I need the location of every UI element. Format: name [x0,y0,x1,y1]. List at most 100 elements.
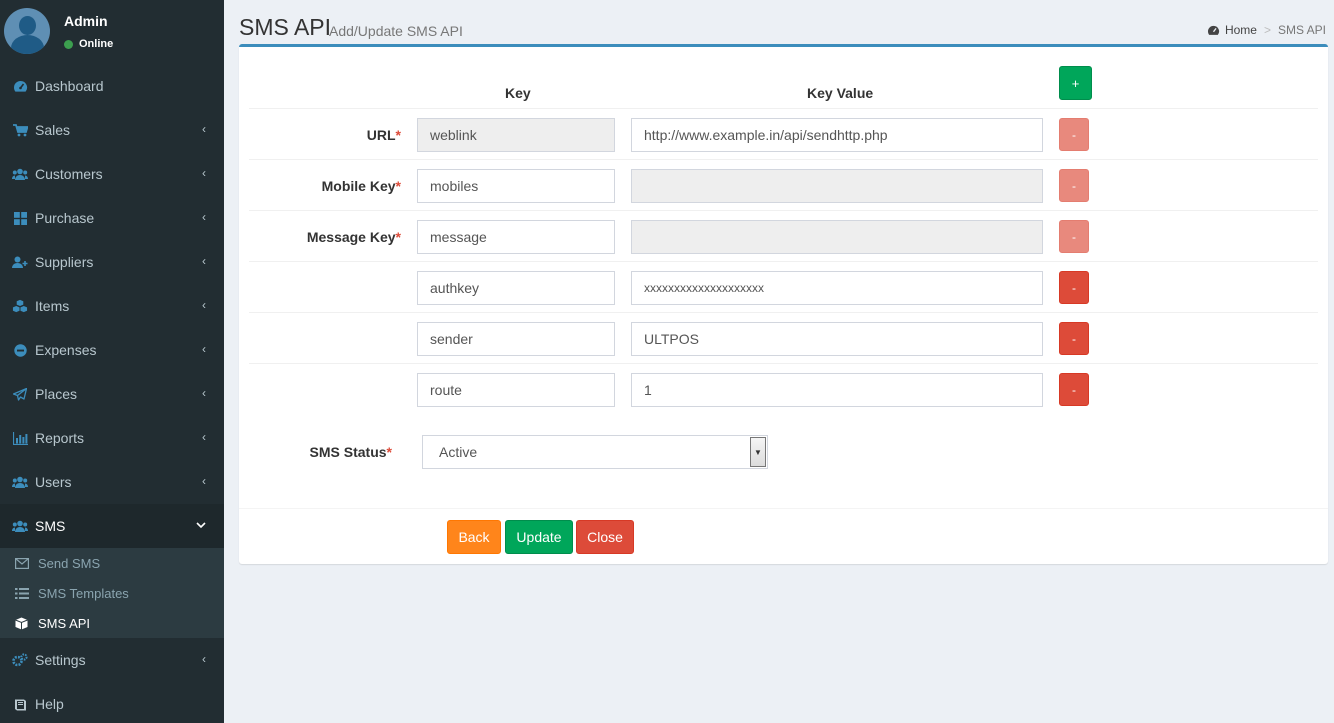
bar-chart-icon [12,431,28,445]
sidebar-item-sms[interactable]: SMS [0,504,224,548]
update-button[interactable]: Update [505,520,573,554]
sidebar-item-label: Suppliers [35,254,94,270]
remove-row-button[interactable]: - [1059,271,1089,304]
value-input-sender[interactable]: ULTPOS [631,322,1043,356]
users-icon [12,519,28,533]
user-status: Online [64,38,113,50]
row-divider [249,312,1318,313]
minus-circle-icon [12,343,28,357]
row-label-text: URL [366,127,396,143]
submenu-item-send-sms[interactable]: Send SMS [0,548,224,578]
sidebar-item-label: Reports [35,430,85,446]
sidebar-item-dashboard[interactable]: Dashboard [0,64,224,108]
sidebar-item-sales[interactable]: Sales ‹ [0,108,224,152]
value-input-url[interactable]: http://www.example.in/api/sendhttp.php [631,118,1043,152]
value-input-mobile[interactable] [631,169,1043,203]
remove-row-button[interactable]: - [1059,118,1089,151]
dropdown-arrow-icon[interactable]: ▼ [750,437,766,467]
key-input-authkey[interactable]: authkey [417,271,615,305]
sidebar-item-users[interactable]: Users ‹ [0,460,224,504]
required-mark: * [395,178,401,194]
submenu-item-sms-templates[interactable]: SMS Templates [0,578,224,608]
column-header-key-value: Key Value [807,85,874,101]
cubes-icon [12,299,28,313]
sidebar-item-suppliers[interactable]: Suppliers ‹ [0,240,224,284]
row-divider [249,210,1318,211]
value-input-authkey[interactable]: xxxxxxxxxxxxxxxxxxxx [631,271,1043,305]
breadcrumb-separator: > [1263,23,1271,37]
sidebar-item-label: Items [35,298,70,314]
sidebar: Admin Online Dashboard Sales ‹ Customers… [0,0,224,723]
row-label-text: Mobile Key [321,178,396,194]
row-divider [249,363,1318,364]
page-subtitle: Add/Update SMS API [329,23,463,39]
sidebar-item-help[interactable]: Help [0,682,224,723]
sidebar-item-customers[interactable]: Customers ‹ [0,152,224,196]
sidebar-item-label: Expenses [35,342,97,358]
avatar [4,8,50,54]
key-input-message[interactable]: message [417,220,615,254]
box-footer: Back Update Close [239,508,1328,564]
key-input-url[interactable]: weblink [417,118,615,152]
breadcrumb-current: SMS API [1277,23,1326,37]
chevron-left-icon: ‹ [202,386,206,400]
chevron-left-icon: ‹ [202,298,206,312]
key-input-route[interactable]: route [417,373,615,407]
chevron-left-icon: ‹ [202,122,206,136]
row-label-url: URL* [241,127,401,143]
back-button[interactable]: Back [447,520,501,554]
row-label-text: Message Key [306,229,396,245]
list-icon [15,587,29,599]
sms-status-selected-value: Active [439,444,478,460]
remove-row-button[interactable]: - [1059,322,1089,355]
dashboard-icon [1207,25,1220,36]
chevron-left-icon: ‹ [202,652,206,666]
sms-submenu: Send SMS SMS Templates SMS API [0,548,224,638]
submenu-item-label: SMS API [38,615,91,631]
breadcrumb: Home > SMS API [1207,23,1326,37]
sidebar-item-items[interactable]: Items ‹ [0,284,224,328]
user-plus-icon [12,255,28,269]
value-input-route[interactable]: 1 [631,373,1043,407]
chevron-left-icon: ‹ [202,430,206,444]
sidebar-item-label: Places [35,386,78,402]
user-status-label: Online [79,38,114,50]
paper-plane-icon [12,387,28,401]
remove-row-button[interactable]: - [1059,220,1089,253]
submenu-item-label: Send SMS [38,555,101,571]
required-mark: * [395,229,401,245]
book-icon [12,697,28,711]
chevron-left-icon: ‹ [202,166,206,180]
sidebar-item-label: Customers [35,166,103,182]
user-panel: Admin Online [0,0,224,64]
chevron-down-icon [196,518,206,532]
value-input-message[interactable] [631,220,1043,254]
required-mark: * [395,127,401,143]
users-icon [12,167,28,181]
remove-row-button[interactable]: - [1059,169,1089,202]
sidebar-item-reports[interactable]: Reports ‹ [0,416,224,460]
remove-row-button[interactable]: - [1059,373,1089,406]
add-row-button[interactable]: + [1059,66,1092,100]
grid-icon [12,211,28,225]
sidebar-item-places[interactable]: Places ‹ [0,372,224,416]
envelope-icon [15,557,29,569]
sms-status-label: SMS Status* [232,444,392,460]
sidebar-item-settings[interactable]: Settings ‹ [0,638,224,682]
breadcrumb-home-link[interactable]: Home [1225,23,1257,37]
chevron-left-icon: ‹ [202,210,206,224]
required-mark: * [386,444,392,460]
sidebar-item-label: Sales [35,122,71,138]
key-input-mobile[interactable]: mobiles [417,169,615,203]
submenu-item-sms-api[interactable]: SMS API [0,608,224,638]
sidebar-item-label: Help [35,696,64,712]
row-divider [249,159,1318,160]
close-button[interactable]: Close [576,520,634,554]
sidebar-item-purchase[interactable]: Purchase ‹ [0,196,224,240]
dashboard-icon [12,79,28,93]
key-input-sender[interactable]: sender [417,322,615,356]
chevron-left-icon: ‹ [202,474,206,488]
row-divider [249,261,1318,262]
sms-status-select[interactable]: Active ▼ [422,435,768,469]
sidebar-item-expenses[interactable]: Expenses ‹ [0,328,224,372]
